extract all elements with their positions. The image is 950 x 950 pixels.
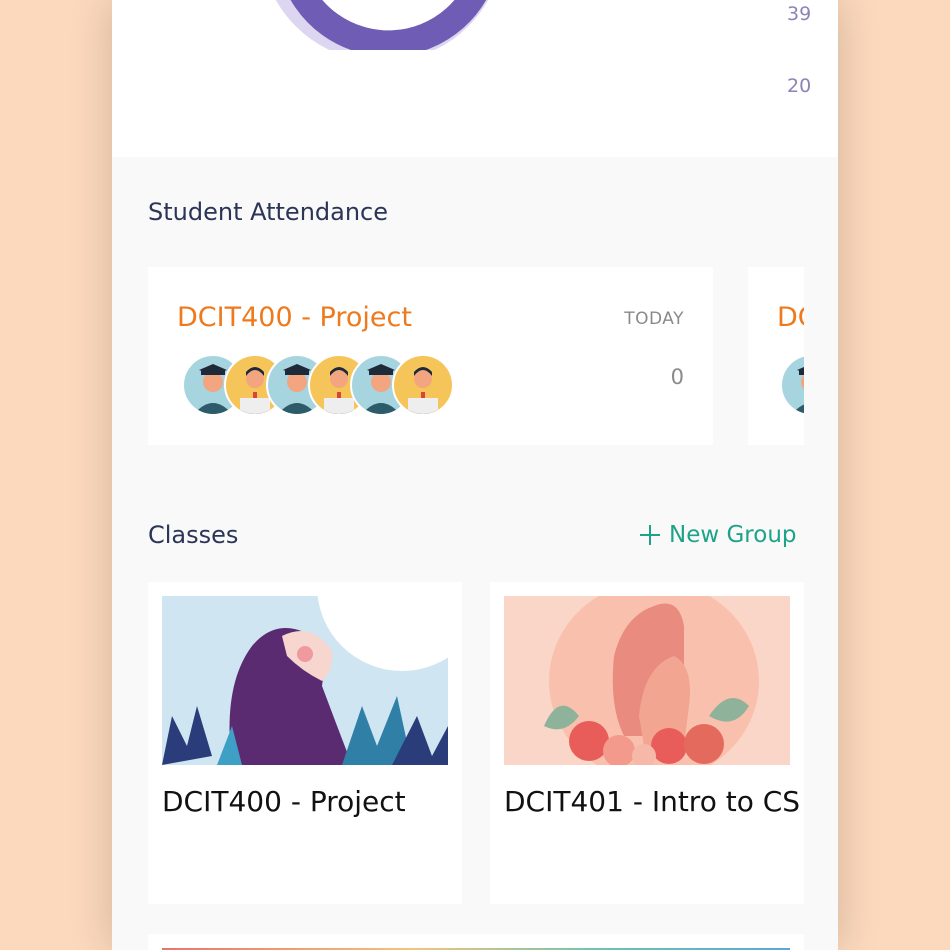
class-name: DCIT401 - Intro to CS	[504, 785, 801, 818]
axis-label: 20	[787, 75, 812, 97]
app-screen: 39 20 Student Attendance DCIT400 - Proje…	[112, 0, 838, 950]
class-cover-image	[504, 596, 790, 765]
donut-chart	[275, 0, 489, 50]
new-group-button[interactable]: New Group	[639, 522, 797, 548]
new-group-label: New Group	[669, 522, 797, 548]
class-card[interactable]: DCIT401 - Intro to CS	[490, 582, 804, 904]
plus-icon	[640, 525, 660, 545]
attendance-period: TODAY	[624, 309, 684, 329]
attendance-count: 0	[670, 365, 684, 389]
class-card[interactable]: DCIT400 - Project	[148, 582, 462, 904]
attendance-card[interactable]: DC	[748, 267, 804, 445]
attendance-course-title: DCIT400 - Project	[177, 302, 412, 333]
classes-title: Classes	[148, 521, 239, 549]
attendance-card[interactable]: DCIT400 - Project TODAY 0	[148, 267, 713, 445]
chart-section: 39 20	[112, 0, 838, 157]
attendance-title: Student Attendance	[148, 198, 389, 226]
class-card[interactable]	[148, 934, 804, 950]
teacher-avatar	[392, 354, 454, 416]
attendance-course-title: DC	[777, 302, 804, 333]
student-avatar	[780, 354, 804, 416]
axis-label: 39	[787, 3, 812, 25]
class-cover-image	[162, 596, 448, 765]
class-name: DCIT400 - Project	[162, 785, 406, 818]
